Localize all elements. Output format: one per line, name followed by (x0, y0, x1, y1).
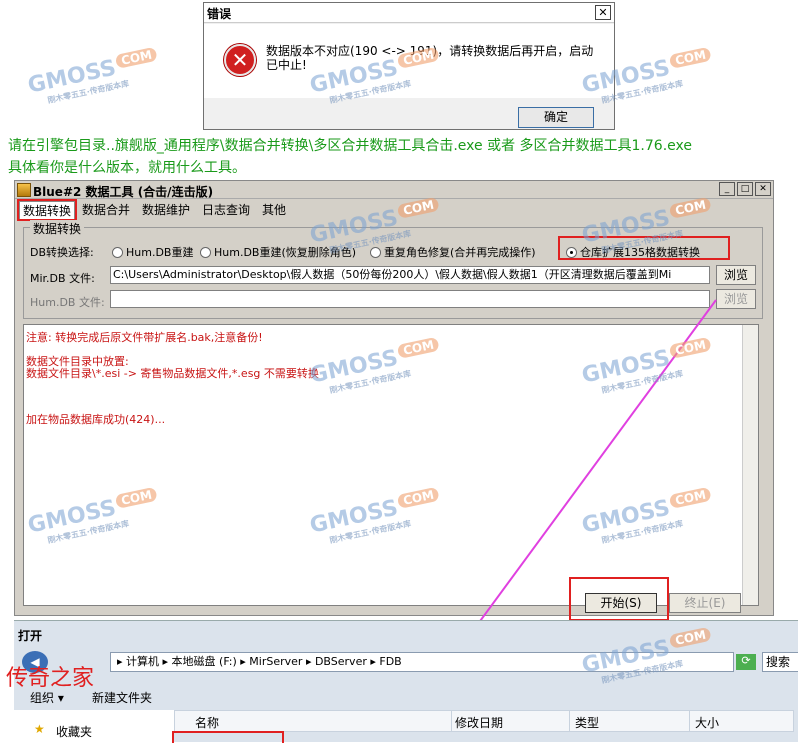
search-input[interactable]: 搜索 (762, 652, 798, 672)
overlay-caption: 传奇之家 (6, 666, 95, 691)
column-name[interactable]: 名称 (195, 714, 219, 731)
file-list-header: 名称 修改日期 类型 大小 (174, 710, 794, 732)
highlight-box-file (172, 731, 284, 743)
open-dialog-title: 打开 (18, 629, 43, 643)
column-size[interactable]: 大小 (695, 714, 719, 731)
new-folder-button[interactable]: 新建文件夹 (92, 689, 152, 706)
column-type[interactable]: 类型 (575, 714, 599, 731)
star-icon: ★ (34, 722, 45, 736)
column-date[interactable]: 修改日期 (455, 714, 503, 731)
favorites-label[interactable]: 收藏夹 (56, 723, 92, 740)
refresh-icon[interactable]: ⟳ (736, 654, 756, 670)
navigation-pane: ★ 收藏夹 (14, 710, 174, 743)
